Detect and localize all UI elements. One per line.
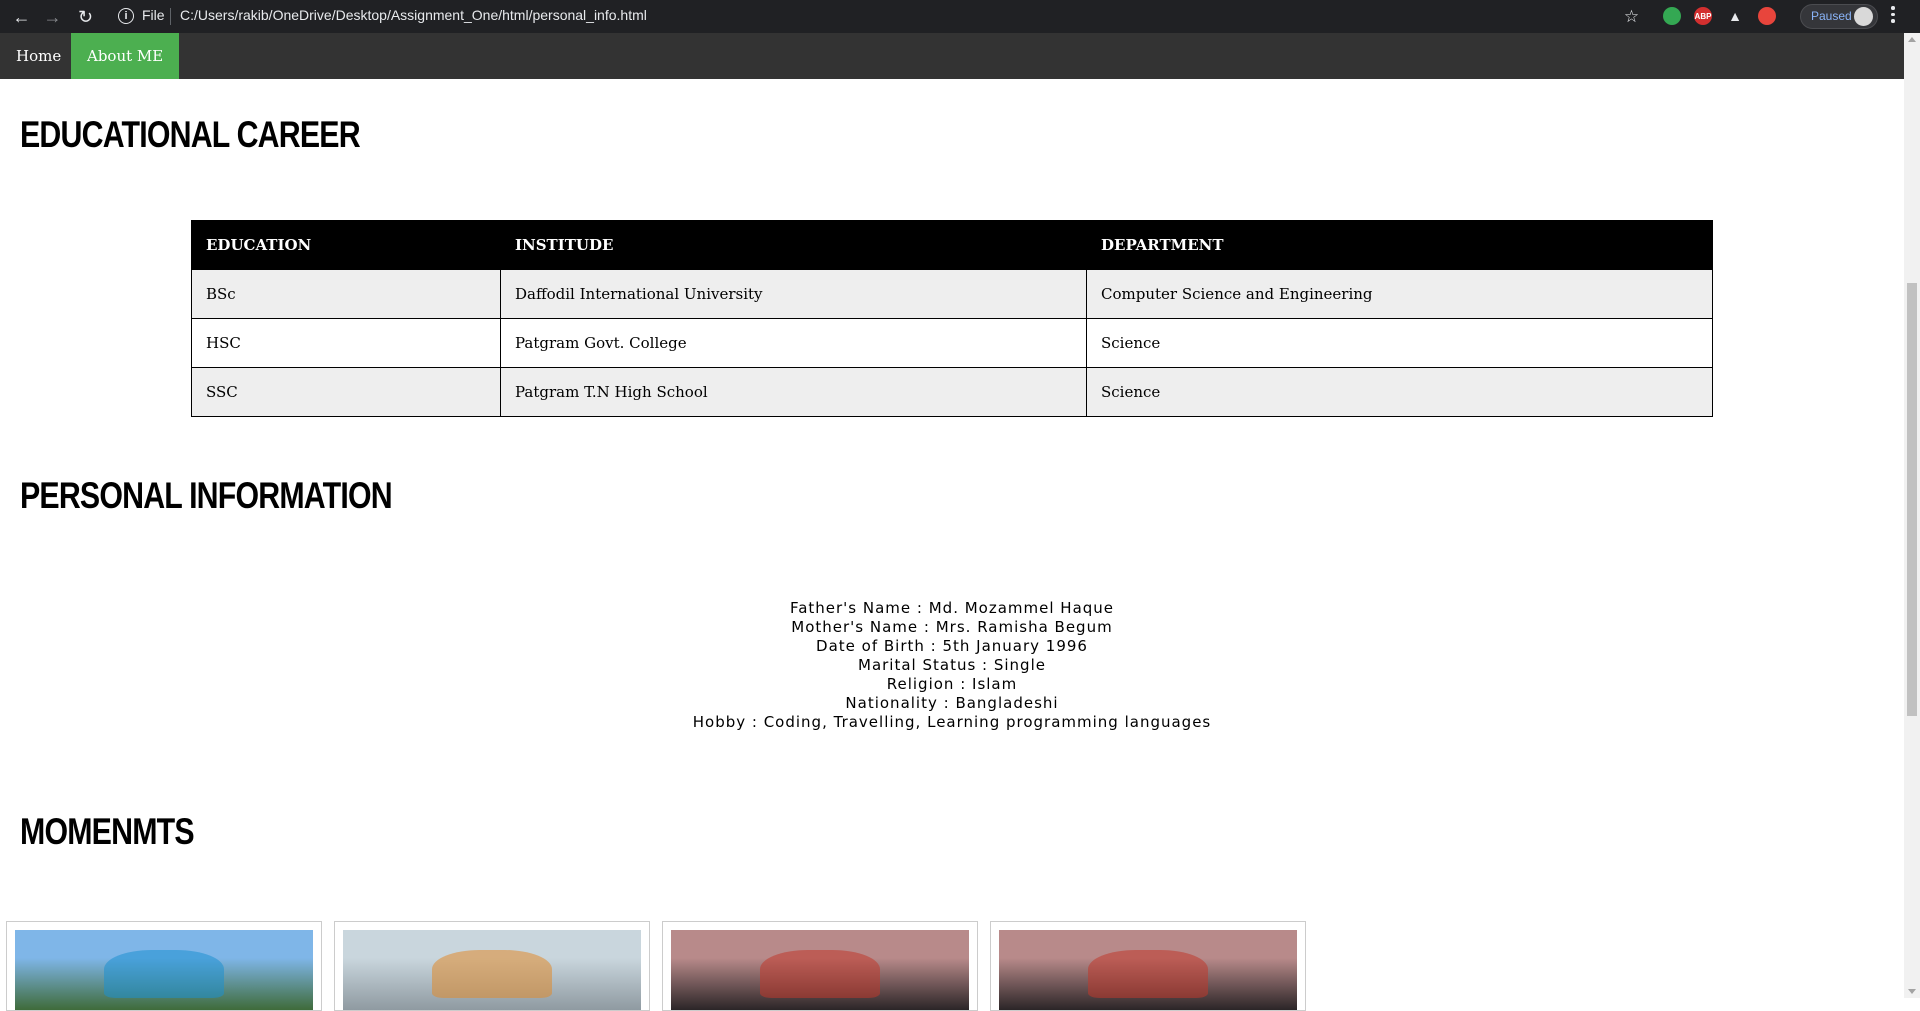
photo-detail bbox=[104, 950, 224, 998]
moments-heading: MOMENMTS bbox=[20, 811, 195, 852]
reload-icon[interactable]: ↻ bbox=[73, 4, 98, 29]
record-extension-icon[interactable] bbox=[1758, 7, 1776, 25]
scroll-up-arrow-icon[interactable] bbox=[1908, 37, 1916, 42]
group-photo-campus[interactable] bbox=[15, 930, 313, 1010]
marital-status-line: Marital Status : Single bbox=[858, 656, 1046, 674]
table-row: SSC Patgram T.N High School Science bbox=[191, 367, 1713, 417]
table-cell: Daffodil International University bbox=[500, 269, 1087, 319]
site-info-icon[interactable]: i bbox=[118, 8, 134, 24]
table-cell: Patgram T.N High School bbox=[500, 367, 1087, 417]
table-row: HSC Patgram Govt. College Science bbox=[191, 318, 1713, 368]
party-photo-2[interactable] bbox=[999, 930, 1297, 1010]
page-scrollbar[interactable] bbox=[1904, 33, 1920, 998]
address-divider bbox=[170, 8, 171, 25]
date-of-birth-line: Date of Birth : 5th January 1996 bbox=[816, 637, 1088, 655]
nav-link-home[interactable]: Home bbox=[0, 33, 77, 79]
profile-button[interactable]: Paused bbox=[1800, 4, 1878, 29]
color-extension-icon[interactable] bbox=[1663, 7, 1681, 25]
table-row: BSc Daffodil International University Co… bbox=[191, 269, 1713, 319]
group-photo-building[interactable] bbox=[343, 930, 641, 1010]
triangle-extension-icon[interactable]: ▲ bbox=[1726, 7, 1744, 25]
column-header-education: EDUCATION bbox=[191, 220, 501, 270]
bookmark-star-icon[interactable]: ☆ bbox=[1619, 4, 1644, 29]
site-navbar: Home About ME bbox=[0, 33, 1904, 79]
table-cell: Computer Science and Engineering bbox=[1086, 269, 1713, 319]
hobby-line: Hobby : Coding, Travelling, Learning pro… bbox=[692, 713, 1212, 731]
avatar bbox=[1854, 7, 1873, 26]
photo-detail bbox=[1088, 950, 1208, 998]
back-arrow-icon[interactable]: ← bbox=[9, 4, 34, 29]
mother-name-line: Mother's Name : Mrs. Ramisha Begum bbox=[791, 618, 1113, 636]
table-cell: SSC bbox=[191, 367, 501, 417]
forward-arrow-icon[interactable]: → bbox=[40, 4, 65, 29]
browser-menu-icon[interactable] bbox=[1890, 6, 1896, 26]
father-name-line: Father's Name : Md. Mozammel Haque bbox=[789, 599, 1115, 617]
table-header-row: EDUCATION INSTITUDE DEPARTMENT bbox=[191, 220, 1713, 270]
photo-detail bbox=[432, 950, 552, 998]
table-cell: Patgram Govt. College bbox=[500, 318, 1087, 368]
url-text[interactable]: C:/Users/rakib/OneDrive/Desktop/Assignme… bbox=[180, 7, 647, 23]
party-photo-1[interactable] bbox=[671, 930, 969, 1010]
education-table: EDUCATION INSTITUDE DEPARTMENT BSc Daffo… bbox=[191, 220, 1713, 417]
table-cell: HSC bbox=[191, 318, 501, 368]
personal-info-block: Father's Name : Md. Mozammel Haque Mothe… bbox=[0, 599, 1904, 732]
column-header-institude: INSTITUDE bbox=[500, 220, 1087, 270]
adblock-plus-icon[interactable]: ABP bbox=[1694, 7, 1712, 25]
religion-line: Religion : Islam bbox=[886, 675, 1018, 693]
nav-link-about-me[interactable]: About ME bbox=[71, 33, 180, 79]
table-cell: Science bbox=[1086, 318, 1713, 368]
education-heading: EDUCATIONAL CAREER bbox=[20, 114, 361, 155]
nationality-line: Nationality : Bangladeshi bbox=[845, 694, 1059, 712]
scroll-down-arrow-icon[interactable] bbox=[1908, 989, 1916, 994]
scrollbar-thumb[interactable] bbox=[1907, 283, 1917, 716]
url-scheme-label: File bbox=[142, 7, 165, 23]
personal-info-heading: PERSONAL INFORMATION bbox=[20, 475, 393, 516]
table-cell: Science bbox=[1086, 367, 1713, 417]
browser-toolbar: ← → ↻ i File C:/Users/rakib/OneDrive/Des… bbox=[0, 0, 1920, 33]
profile-status-label: Paused bbox=[1811, 9, 1852, 23]
column-header-department: DEPARTMENT bbox=[1086, 220, 1713, 270]
table-cell: BSc bbox=[191, 269, 501, 319]
photo-detail bbox=[760, 950, 880, 998]
